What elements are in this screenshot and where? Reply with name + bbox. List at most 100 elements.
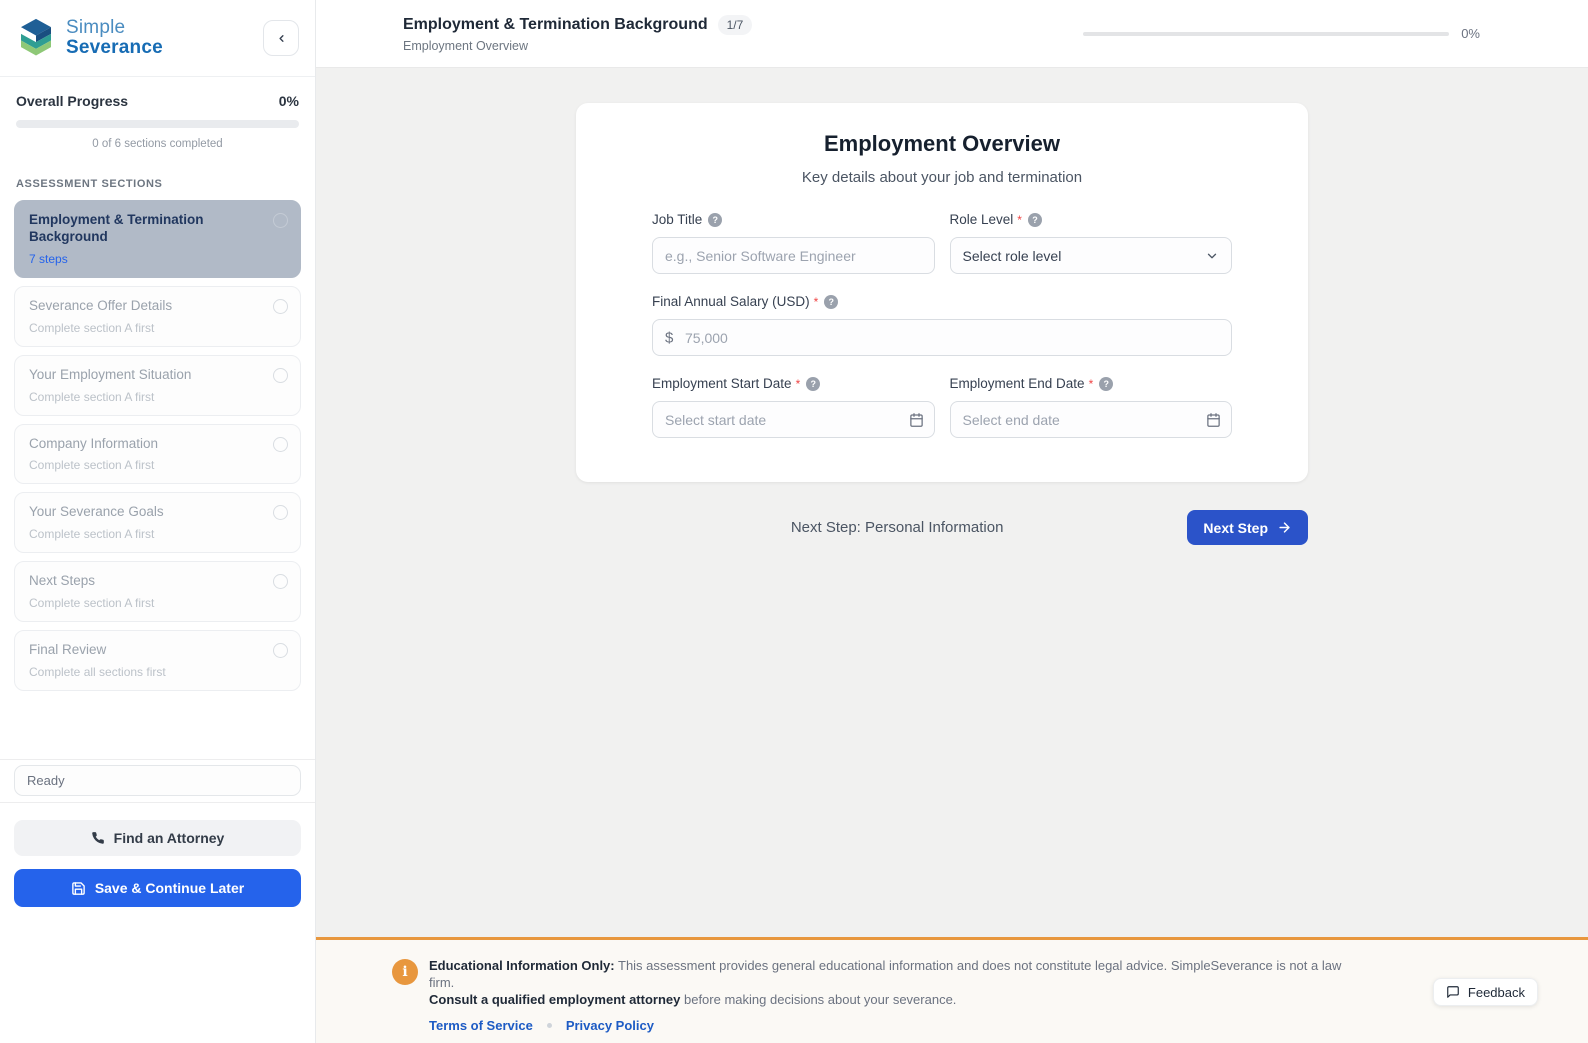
sidebar-collapse-button[interactable]: [263, 20, 299, 56]
arrow-right-icon: [1277, 520, 1292, 535]
next-step-button-label: Next Step: [1203, 520, 1268, 536]
find-attorney-button[interactable]: Find an Attorney: [14, 820, 301, 856]
page-title: Employment & Termination Background: [403, 16, 708, 34]
header-progress-percent: 0%: [1461, 26, 1480, 41]
role-level-help-icon[interactable]: ?: [1028, 213, 1042, 227]
overall-progress-label: Overall Progress: [16, 93, 128, 109]
main-area: Employment & Termination Background 1/7 …: [316, 0, 1588, 1043]
section-status-circle-icon: [273, 505, 288, 520]
section-item[interactable]: Final Review Complete all sections first: [14, 630, 301, 691]
header-title-block: Employment & Termination Background 1/7 …: [316, 15, 752, 53]
end-date-label: Employment End Date: [950, 376, 1085, 391]
start-date-help-icon[interactable]: ?: [806, 377, 820, 391]
section-status-circle-icon: [273, 368, 288, 383]
section-title: Your Severance Goals: [29, 504, 262, 521]
section-subtitle: Complete section A first: [29, 458, 262, 472]
section-status-circle-icon: [273, 299, 288, 314]
chevron-down-icon: [1205, 249, 1219, 263]
disclaimer-bold-2: Consult a qualified employment attorney: [429, 992, 680, 1007]
status-box: Ready: [14, 765, 301, 796]
section-subtitle: Complete section A first: [29, 321, 262, 335]
calendar-icon[interactable]: [1206, 412, 1221, 427]
role-level-select[interactable]: Select role level: [950, 237, 1233, 274]
brand-logo: Simple Severance: [16, 16, 163, 60]
header-progress: 0%: [1083, 26, 1480, 41]
section-item[interactable]: Your Severance Goals Complete section A …: [14, 492, 301, 553]
disclaimer-bold-1: Educational Information Only:: [429, 958, 615, 973]
end-date-help-icon[interactable]: ?: [1099, 377, 1113, 391]
calendar-icon[interactable]: [909, 412, 924, 427]
terms-of-service-link[interactable]: Terms of Service: [429, 1018, 533, 1033]
section-subtitle: 7 steps: [29, 252, 262, 266]
section-item[interactable]: Severance Offer Details Complete section…: [14, 286, 301, 347]
feedback-button[interactable]: Feedback: [1433, 978, 1538, 1006]
role-level-label: Role Level: [950, 212, 1014, 227]
chevron-left-icon: [276, 33, 287, 44]
start-date-field-group: Employment Start Date * ?: [652, 376, 935, 438]
feedback-label: Feedback: [1468, 985, 1525, 1000]
section-subtitle: Complete section A first: [29, 527, 262, 541]
overall-progress-percent: 0%: [279, 93, 299, 109]
dollar-icon: $: [665, 329, 673, 346]
end-date-required-mark: *: [1089, 377, 1094, 391]
content-area: Employment Overview Key details about yo…: [316, 68, 1588, 937]
disclaimer-text: Educational Information Only: This asses…: [429, 957, 1342, 1008]
section-status-circle-icon: [273, 213, 288, 228]
section-title: Severance Offer Details: [29, 298, 262, 315]
sidebar-header: Simple Severance: [0, 0, 315, 77]
section-status-circle-icon: [273, 574, 288, 589]
section-title: Next Steps: [29, 573, 262, 590]
find-attorney-label: Find an Attorney: [114, 830, 225, 846]
role-level-field-group: Role Level * ? Select role level: [950, 212, 1233, 274]
save-continue-label: Save & Continue Later: [95, 880, 244, 896]
info-icon: i: [392, 959, 418, 985]
role-level-selected-value: Select role level: [963, 248, 1062, 264]
start-date-input[interactable]: [652, 401, 935, 438]
form-subtitle: Key details about your job and terminati…: [652, 169, 1232, 186]
phone-icon: [91, 831, 105, 845]
section-title: Company Information: [29, 436, 262, 453]
brand-name-top: Simple: [66, 18, 163, 38]
assessment-sections-heading: ASSESSMENT SECTIONS: [0, 164, 315, 198]
job-title-field-group: Job Title ?: [652, 212, 935, 274]
section-item[interactable]: Company Information Complete section A f…: [14, 424, 301, 485]
disclaimer-body-2: before making decisions about your sever…: [680, 992, 956, 1007]
form-card: Employment Overview Key details about yo…: [576, 103, 1308, 482]
section-status-circle-icon: [273, 437, 288, 452]
job-title-label: Job Title: [652, 212, 702, 227]
section-subtitle: Complete all sections first: [29, 665, 262, 679]
brand-logo-icon: [16, 16, 56, 60]
brand-name-bottom: Severance: [66, 38, 163, 58]
section-title: Your Employment Situation: [29, 367, 262, 384]
app-root: Simple Severance Overall Progress 0% 0 o…: [0, 0, 1588, 1043]
brand-name: Simple Severance: [66, 18, 163, 58]
section-title: Employment & Termination Background: [29, 212, 262, 246]
section-status-circle-icon: [273, 643, 288, 658]
overall-progress: Overall Progress 0% 0 of 6 sections comp…: [0, 77, 315, 164]
section-item[interactable]: Employment & Termination Background 7 st…: [14, 200, 301, 278]
sections-completed-note: 0 of 6 sections completed: [16, 138, 299, 150]
next-step-hint: Next Step: Personal Information: [791, 519, 1004, 536]
salary-field-group: Final Annual Salary (USD) * ? $: [652, 294, 1232, 356]
next-step-button[interactable]: Next Step: [1187, 510, 1308, 545]
status-wrap: Ready: [0, 759, 315, 803]
job-title-help-icon[interactable]: ?: [708, 213, 722, 227]
section-title: Final Review: [29, 642, 262, 659]
salary-help-icon[interactable]: ?: [824, 295, 838, 309]
page-subtitle: Employment Overview: [403, 39, 752, 53]
form-title: Employment Overview: [652, 131, 1232, 157]
section-item[interactable]: Your Employment Situation Complete secti…: [14, 355, 301, 416]
job-title-input[interactable]: [652, 237, 935, 274]
save-continue-button[interactable]: Save & Continue Later: [14, 869, 301, 907]
section-subtitle: Complete section A first: [29, 596, 262, 610]
dot-separator: [547, 1023, 552, 1028]
privacy-policy-link[interactable]: Privacy Policy: [566, 1018, 654, 1033]
step-badge: 1/7: [718, 15, 753, 35]
salary-input[interactable]: [652, 319, 1232, 356]
end-date-input[interactable]: [950, 401, 1233, 438]
sidebar: Simple Severance Overall Progress 0% 0 o…: [0, 0, 316, 1043]
footer-links: Terms of Service Privacy Policy: [429, 1018, 1588, 1033]
section-item[interactable]: Next Steps Complete section A first: [14, 561, 301, 622]
end-date-field-group: Employment End Date * ?: [950, 376, 1233, 438]
next-step-row: Next Step: Personal Information Next Ste…: [576, 510, 1308, 545]
